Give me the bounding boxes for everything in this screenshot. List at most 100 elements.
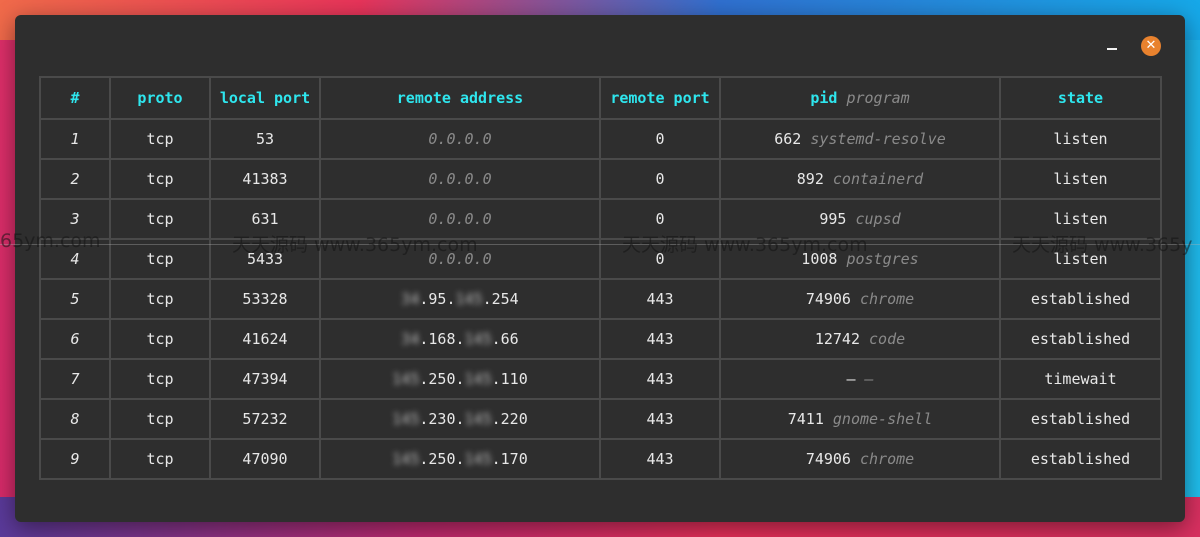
redacted-octet: 145: [392, 410, 420, 428]
table-row: 5 tcp 53328 34.95.145.254 443 74906 chrome est…: [39, 278, 1162, 320]
row-program: cupsd: [855, 210, 901, 228]
row-proto: tcp: [109, 438, 211, 480]
redacted-octet: 145: [464, 450, 492, 468]
row-local-port: 53: [209, 118, 321, 160]
row-pid-program: 662 systemd-resolve: [719, 118, 1001, 160]
row-remote-address: 145.250.145.110: [319, 358, 601, 400]
row-local-port: 47090: [209, 438, 321, 480]
redacted-octet: 145: [464, 410, 492, 428]
close-button[interactable]: ✕: [1141, 36, 1161, 56]
row-state: established: [999, 398, 1162, 440]
header-local-port: local port: [209, 76, 321, 120]
row-remote-port: 443: [599, 278, 721, 320]
row-pid: 12742: [814, 330, 860, 348]
row-remote-port: 443: [599, 318, 721, 360]
row-proto: tcp: [109, 118, 211, 160]
header-remote-port: remote port: [599, 76, 721, 120]
table-row: 6 tcp 41624 34.168.145.66 443 12742 code estab…: [39, 318, 1162, 360]
remote-address-value: 0.0.0.0: [428, 130, 492, 148]
row-remote-port: 443: [599, 398, 721, 440]
row-state: established: [999, 318, 1162, 360]
redacted-octet: 34: [401, 290, 420, 308]
connections-table: # proto local port remote address remote…: [39, 76, 1162, 480]
row-remote-address: 34.168.145.66: [319, 318, 601, 360]
redacted-octet: 145: [464, 330, 492, 348]
remote-address-value: 0.0.0.0: [428, 210, 492, 228]
row-proto: tcp: [109, 398, 211, 440]
redacted-octet: 145: [392, 370, 420, 388]
redacted-octet: 145: [392, 450, 420, 468]
row-pid: 995: [819, 210, 847, 228]
row-local-port: 41383: [209, 158, 321, 200]
header-program: program: [846, 89, 910, 107]
remote-address-part: .170: [491, 450, 528, 468]
row-remote-port: 443: [599, 358, 721, 400]
row-program: chrome: [860, 290, 915, 308]
row-local-port: 47394: [209, 358, 321, 400]
table-header-row: # proto local port remote address remote…: [39, 76, 1162, 120]
row-program: code: [869, 330, 906, 348]
row-pid: –: [846, 370, 856, 388]
row-pid-program: 12742 code: [719, 318, 1001, 360]
remote-address-part: .95.: [419, 290, 456, 308]
row-remote-address: 145.250.145.170: [319, 438, 601, 480]
table-row: 2 tcp 41383 0.0.0.0 0 892 containerd listen: [39, 158, 1162, 200]
row-pid: 7411: [787, 410, 824, 428]
row-pid-program: 892 containerd: [719, 158, 1001, 200]
minimize-button[interactable]: [1106, 37, 1118, 51]
row-program: chrome: [860, 450, 915, 468]
watermark-text-3: 天天源码 www.365ym.com: [622, 234, 868, 256]
row-pid-program: 74906 chrome: [719, 278, 1001, 320]
row-remote-port: 443: [599, 438, 721, 480]
row-proto: tcp: [109, 158, 211, 200]
row-state: established: [999, 438, 1162, 480]
header-index: #: [39, 76, 111, 120]
row-proto: tcp: [109, 278, 211, 320]
redacted-octet: 34: [401, 330, 420, 348]
row-remote-port: 0: [599, 118, 721, 160]
remote-address-part: .66: [491, 330, 519, 348]
row-program: containerd: [832, 170, 924, 188]
row-proto: tcp: [109, 358, 211, 400]
remote-address-part: .220: [491, 410, 528, 428]
watermark-text-1: 65ym.com: [0, 230, 101, 252]
row-index: 8: [39, 398, 111, 440]
row-local-port: 41624: [209, 318, 321, 360]
remote-address-part: .250.: [419, 450, 465, 468]
row-remote-address: 145.230.145.220: [319, 398, 601, 440]
redacted-octet: 145: [455, 290, 483, 308]
remote-address-part: .250.: [419, 370, 465, 388]
row-index: 1: [39, 118, 111, 160]
remote-address-part: .168.: [419, 330, 465, 348]
remote-address-part: .254: [482, 290, 519, 308]
table-row: 4 tcp 5433 0.0.0.0 0 1008 postgres listen: [39, 238, 1162, 280]
row-program: gnome-shell: [832, 410, 933, 428]
row-pid: 74906: [805, 290, 851, 308]
row-remote-address: 0.0.0.0: [319, 158, 601, 200]
terminal-window: ✕ # proto local port remote address remo…: [15, 15, 1185, 522]
row-proto: tcp: [109, 318, 211, 360]
row-pid-program: – –: [719, 358, 1001, 400]
row-index: 9: [39, 438, 111, 480]
close-icon: ✕: [1145, 38, 1157, 53]
remote-address-part: .230.: [419, 410, 465, 428]
row-proto: tcp: [109, 238, 211, 280]
header-state: state: [999, 76, 1162, 120]
table-row: 7 tcp 47394 145.250.145.110 443– – timewait: [39, 358, 1162, 400]
remote-address-value: 0.0.0.0: [428, 170, 492, 188]
redacted-octet: 145: [464, 370, 492, 388]
table-row: 8 tcp 57232 145.230.145.220 443 7411 gnome-sh…: [39, 398, 1162, 440]
row-index: 2: [39, 158, 111, 200]
row-state: listen: [999, 118, 1162, 160]
watermark-text-2: 天天源码 www.365ym.com: [232, 234, 478, 256]
row-index: 5: [39, 278, 111, 320]
row-pid-program: 74906 chrome: [719, 438, 1001, 480]
row-program: systemd-resolve: [810, 130, 946, 148]
table-row: 1 tcp 53 0.0.0.0 0 662 systemd-resolve listen: [39, 118, 1162, 160]
row-proto: tcp: [109, 198, 211, 240]
row-pid: 892: [796, 170, 824, 188]
row-pid-program: 7411 gnome-shell: [719, 398, 1001, 440]
remote-address-part: .110: [491, 370, 528, 388]
row-state: established: [999, 278, 1162, 320]
row-pid: 662: [774, 130, 802, 148]
